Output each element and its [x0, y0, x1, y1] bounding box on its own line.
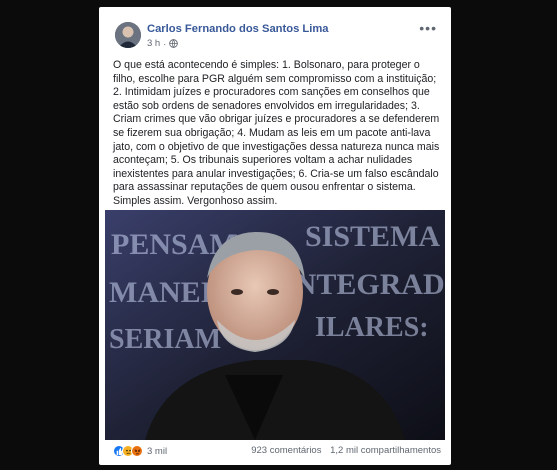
bg-word: SERIAM [109, 324, 221, 355]
author-avatar[interactable] [115, 22, 141, 48]
bg-word: SISTEMA [305, 220, 440, 253]
post-time[interactable]: 3 h [147, 38, 160, 49]
post-meta: 3 h · [147, 38, 179, 49]
globe-icon [169, 39, 179, 48]
post-header: Carlos Fernando dos Santos Lima 3 h · ••… [115, 20, 443, 56]
bg-word: MANEI [109, 276, 212, 309]
more-options-button[interactable]: ••• [419, 20, 437, 36]
reactions-count: 3 mil [147, 445, 168, 457]
meta-separator: · [163, 38, 167, 49]
photo-illustration: PENSAM SISTEMA MANEI INTEGRADA. SERIAM I… [105, 210, 445, 440]
bg-word: ILARES: [315, 312, 429, 343]
angry-icon [131, 445, 143, 457]
shares-count-link[interactable]: 1,2 mil compartilhamentos [330, 445, 441, 456]
reactions-summary[interactable]: 3 mil [113, 445, 167, 457]
facebook-post-card: Carlos Fernando dos Santos Lima 3 h · ••… [99, 7, 451, 465]
post-photo[interactable]: PENSAM SISTEMA MANEI INTEGRADA. SERIAM I… [105, 210, 445, 440]
post-text: O que está acontecendo é simples: 1. Bol… [113, 59, 440, 207]
bg-word: INTEGRADA. [283, 268, 445, 301]
author-name[interactable]: Carlos Fernando dos Santos Lima [147, 23, 329, 35]
engagement-counts: 923 comentários 1,2 mil compartilhamento… [245, 445, 441, 456]
post-footer: 3 mil 923 comentários 1,2 mil compartilh… [113, 443, 441, 461]
comments-count-link[interactable]: 923 comentários [251, 445, 321, 456]
